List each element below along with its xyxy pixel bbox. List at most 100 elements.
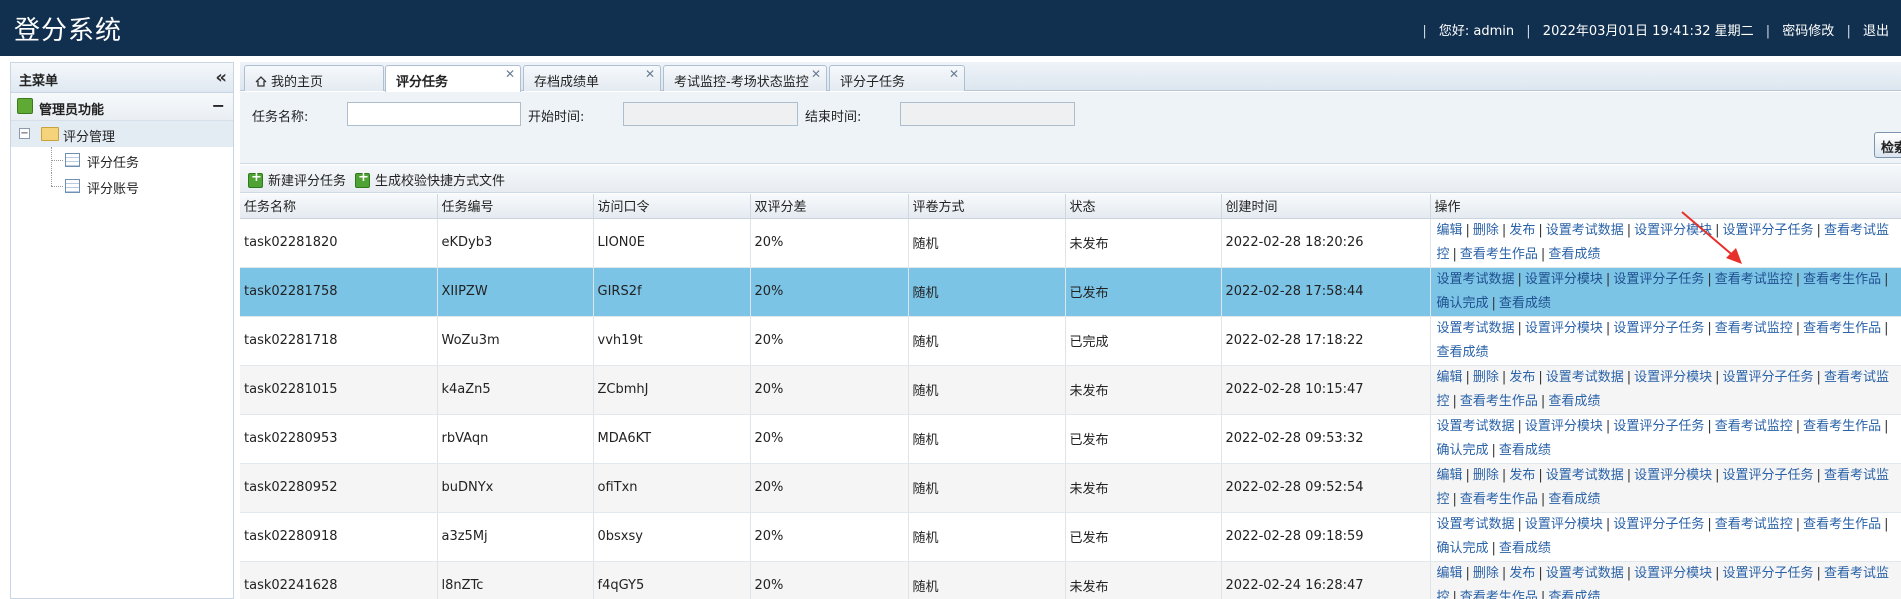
close-tab-icon[interactable]: ✕ [811, 67, 821, 81]
action-link[interactable]: 查看考试监控 [1715, 517, 1793, 532]
tab-score-task[interactable]: 评分任务 ✕ [385, 65, 521, 92]
action-link[interactable]: 设置评分子任务 [1613, 321, 1704, 336]
close-tab-icon[interactable]: ✕ [949, 67, 959, 81]
action-link[interactable]: 设置考试数据 [1437, 321, 1515, 336]
action-link[interactable]: 查看考生作品 [1460, 394, 1538, 409]
action-link[interactable]: 发布 [1509, 566, 1535, 581]
sidebar-section-admin[interactable]: 管理员功能 − [11, 93, 233, 121]
action-link[interactable]: 确认完成 [1437, 541, 1489, 556]
task-name-input[interactable] [347, 102, 521, 126]
action-link[interactable]: 编辑 [1437, 370, 1463, 385]
action-link[interactable]: 设置评分模块 [1525, 517, 1603, 532]
action-link[interactable]: 设置评分模块 [1525, 272, 1603, 287]
action-link[interactable]: 编辑 [1437, 468, 1463, 483]
action-link[interactable]: 设置考试数据 [1546, 566, 1624, 581]
action-link[interactable]: 设置评分模块 [1525, 321, 1603, 336]
action-link[interactable]: 查看成绩 [1548, 492, 1600, 507]
action-link[interactable]: 查看考生作品 [1803, 272, 1881, 287]
table-row[interactable]: task02281820 eKDyb3 LION0E 20% 随机 未发布 2022-02-… [240, 218, 1901, 268]
action-link[interactable]: 确认完成 [1437, 296, 1489, 311]
action-link[interactable]: 设置考试数据 [1437, 272, 1515, 287]
action-link[interactable]: 删除 [1473, 566, 1499, 581]
close-tab-icon[interactable]: ✕ [505, 67, 515, 81]
action-link[interactable]: 设置评分子任务 [1613, 272, 1704, 287]
action-link[interactable]: 确认完成 [1437, 443, 1489, 458]
action-link[interactable]: 设置考试数据 [1437, 419, 1515, 434]
action-link[interactable]: 设置评分子任务 [1723, 566, 1814, 581]
action-link[interactable]: 设置评分子任务 [1613, 419, 1704, 434]
action-link[interactable]: 设置考试数据 [1546, 370, 1624, 385]
action-link[interactable]: 查看考生作品 [1460, 590, 1538, 599]
change-password-link[interactable]: 密码修改 [1782, 24, 1834, 39]
column-header[interactable]: 状态 [1065, 194, 1222, 219]
action-link[interactable]: 查看成绩 [1499, 443, 1551, 458]
table-row[interactable]: task02280952 buDNYx ofiTxn 20% 随机 未发布 2022-02-… [240, 463, 1901, 513]
action-link[interactable]: 设置评分模块 [1634, 223, 1712, 238]
action-link[interactable]: 发布 [1509, 370, 1535, 385]
action-link[interactable]: 设置评分子任务 [1613, 517, 1704, 532]
action-link[interactable]: 删除 [1473, 223, 1499, 238]
tab-exam-monitor[interactable]: 考试监控-考场状态监控 ✕ [663, 65, 827, 91]
generate-shortcut-button[interactable]: 生成校验快捷方式文件 [355, 170, 505, 189]
column-header[interactable]: 评卷方式 [908, 194, 1066, 219]
table-row[interactable]: task02280953 rbVAqn MDA6KT 20% 随机 已发布 2022-02-… [240, 414, 1901, 464]
action-link[interactable]: 设置评分模块 [1525, 419, 1603, 434]
new-task-button[interactable]: 新建评分任务 [248, 170, 346, 189]
tree-node-score-management[interactable]: − 评分管理 [11, 121, 233, 147]
column-header[interactable]: 操作 [1430, 194, 1901, 219]
end-time-input[interactable] [900, 102, 1075, 126]
column-header[interactable]: 访问口令 [593, 194, 751, 219]
action-link[interactable]: 设置评分模块 [1634, 566, 1712, 581]
action-link[interactable]: 查看考生作品 [1803, 419, 1881, 434]
action-link[interactable]: 删除 [1473, 468, 1499, 483]
column-header[interactable]: 双评分差 [750, 194, 909, 219]
action-link[interactable]: 查看成绩 [1437, 345, 1489, 360]
tree-item-score-account[interactable]: 评分账号 [11, 173, 233, 199]
action-link[interactable]: 查看考试监控 [1715, 419, 1793, 434]
action-link[interactable]: 发布 [1509, 468, 1535, 483]
table-row[interactable]: task02241628 l8nZTc f4qGY5 20% 随机 未发布 2022-02-… [240, 561, 1901, 599]
action-link[interactable]: 查看考试监控 [1715, 321, 1793, 336]
action-link[interactable]: 设置考试数据 [1546, 468, 1624, 483]
action-link[interactable]: 查看考生作品 [1803, 321, 1881, 336]
tab-score-subtask[interactable]: 评分子任务 ✕ [829, 65, 965, 91]
action-link[interactable]: 设置评分子任务 [1723, 468, 1814, 483]
table-row[interactable]: task02281718 WoZu3m vvh19t 20% 随机 已完成 2022-02-… [240, 316, 1901, 366]
action-link[interactable]: 编辑 [1437, 223, 1463, 238]
action-link[interactable]: 发布 [1509, 223, 1535, 238]
action-link[interactable]: 设置评分模块 [1634, 468, 1712, 483]
action-link[interactable]: 设置考试数据 [1437, 517, 1515, 532]
action-link[interactable]: 编辑 [1437, 566, 1463, 581]
tree-toggle-icon[interactable]: − [19, 128, 30, 139]
action-link[interactable]: 查看考试监控 [1715, 272, 1793, 287]
action-link[interactable]: 查看考生作品 [1460, 247, 1538, 262]
cell-mode: 随机 [908, 561, 1066, 599]
action-link[interactable]: 删除 [1473, 370, 1499, 385]
action-link[interactable]: 设置评分模块 [1634, 370, 1712, 385]
action-link[interactable]: 查看考生作品 [1460, 492, 1538, 507]
table-row[interactable]: task02280918 a3z5Mj 0bsxsy 20% 随机 已发布 2022-02-… [240, 512, 1901, 562]
action-link[interactable]: 查看成绩 [1548, 247, 1600, 262]
search-button[interactable]: 检索 [1874, 132, 1901, 158]
column-header[interactable]: 任务名称 [240, 194, 438, 219]
column-header[interactable]: 任务编号 [437, 194, 594, 219]
start-time-input[interactable] [623, 102, 798, 126]
tree-item-score-task[interactable]: 评分任务 [11, 147, 233, 173]
action-link[interactable]: 设置评分子任务 [1723, 223, 1814, 238]
action-link[interactable]: 查看成绩 [1499, 296, 1551, 311]
action-link[interactable]: 设置评分子任务 [1723, 370, 1814, 385]
section-collapse-icon[interactable]: − [212, 96, 225, 115]
action-link[interactable]: 设置考试数据 [1546, 223, 1624, 238]
close-tab-icon[interactable]: ✕ [645, 67, 655, 81]
table-row[interactable]: task02281758 XIIPZW GIRS2f 20% 随机 已发布 2022-02-… [240, 267, 1901, 317]
table-row[interactable]: task02281015 k4aZn5 ZCbmhJ 20% 随机 未发布 2022-02-… [240, 365, 1901, 415]
tab-archive-transcript[interactable]: 存档成绩单 ✕ [523, 65, 661, 91]
collapse-sidebar-icon[interactable]: « [215, 67, 227, 88]
tab-home[interactable]: 我的主页 [244, 65, 384, 91]
column-header[interactable]: 创建时间 [1221, 194, 1431, 219]
action-link[interactable]: 查看成绩 [1548, 590, 1600, 599]
action-link[interactable]: 查看成绩 [1548, 394, 1600, 409]
action-link[interactable]: 查看考生作品 [1803, 517, 1881, 532]
logout-link[interactable]: 退出 [1863, 24, 1889, 39]
action-link[interactable]: 查看成绩 [1499, 541, 1551, 556]
